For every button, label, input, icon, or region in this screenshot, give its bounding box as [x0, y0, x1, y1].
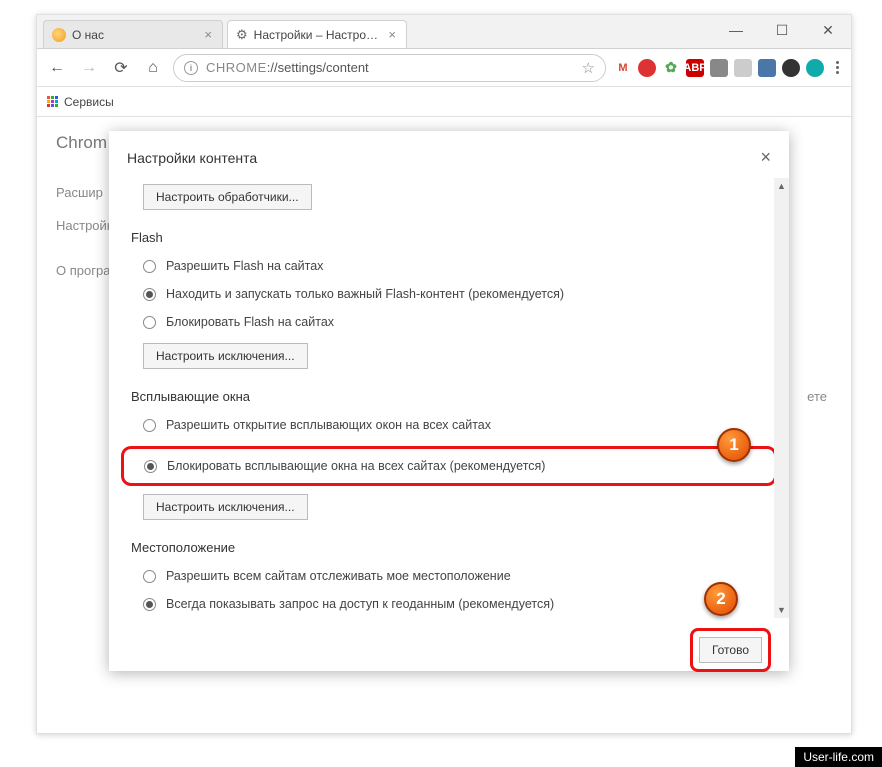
scrollbar[interactable]: ▲ ▼	[774, 178, 789, 618]
extension-icon[interactable]	[806, 59, 824, 77]
option-label: Разрешить всем сайтам отслеживать мое ме…	[166, 569, 511, 583]
watermark: User-life.com	[795, 747, 882, 767]
maximize-button[interactable]: ☐	[759, 15, 805, 45]
annotation-badge-2: 2	[704, 582, 738, 616]
browser-window: — ☐ ✕ О нас × ⚙ Настройки – Настройки × …	[36, 14, 852, 734]
scroll-up-icon[interactable]: ▲	[774, 178, 789, 194]
done-highlight: Готово	[690, 628, 771, 672]
option-label: Находить и запускать только важный Flash…	[166, 287, 564, 301]
radio-selected-icon	[143, 598, 156, 611]
tab-title: Настройки – Настройки	[254, 28, 384, 42]
extension-icon[interactable]	[782, 59, 800, 77]
window-controls: — ☐ ✕	[713, 15, 851, 45]
option-label: Всегда показывать запрос на доступ к гео…	[166, 597, 554, 611]
bookmark-star-icon[interactable]: ☆	[582, 59, 595, 77]
window-close-button[interactable]: ✕	[805, 15, 851, 45]
highlighted-option: Блокировать всплывающие окна на всех сай…	[121, 446, 777, 486]
dialog-close-button[interactable]: ×	[760, 147, 771, 168]
dialog-footer: 2 Готово	[109, 618, 789, 682]
extensions-row: M ✿ ABP	[614, 59, 824, 77]
site-info-icon[interactable]: i	[184, 61, 198, 75]
location-ask-option[interactable]: Всегда показывать запрос на доступ к гео…	[143, 597, 767, 611]
dialog-body: ▲ ▼ Настроить обработчики... Flash Разре…	[109, 178, 789, 618]
popups-allow-option[interactable]: Разрешить открытие всплывающих окон на в…	[143, 418, 767, 432]
minimize-button[interactable]: —	[713, 15, 759, 45]
annotation-badge-1: 1	[717, 428, 751, 462]
popups-block-option[interactable]: Блокировать всплывающие окна на всех сай…	[144, 459, 766, 473]
dialog-header: Настройки контента ×	[109, 131, 789, 178]
option-label: Разрешить открытие всплывающих окон на в…	[166, 418, 491, 432]
favicon-icon	[52, 28, 66, 42]
opera-icon[interactable]	[638, 59, 656, 77]
option-label: Разрешить Flash на сайтах	[166, 259, 323, 273]
flash-block-option[interactable]: Блокировать Flash на сайтах	[143, 315, 767, 329]
content-settings-dialog: Настройки контента × ▲ ▼ Настроить обраб…	[109, 131, 789, 671]
radio-selected-icon	[144, 460, 157, 473]
section-popups-title: Всплывающие окна	[131, 389, 767, 404]
url-path: ://settings/content	[267, 60, 369, 75]
address-bar: ← → ⟳ ⌂ i CHROME ://settings/content ☆ M…	[37, 49, 851, 87]
extension-icon[interactable]	[710, 59, 728, 77]
browser-menu-button[interactable]	[832, 57, 843, 78]
dialog-title: Настройки контента	[127, 150, 257, 166]
radio-icon	[143, 570, 156, 583]
location-allow-option[interactable]: Разрешить всем сайтам отслеживать мое ме…	[143, 569, 767, 583]
url-scheme: CHROME	[206, 60, 267, 75]
flash-detect-option[interactable]: Находить и запускать только важный Flash…	[143, 287, 767, 301]
tab-about[interactable]: О нас ×	[43, 20, 223, 48]
back-button[interactable]: ←	[45, 56, 69, 80]
url-input[interactable]: i CHROME ://settings/content ☆	[173, 54, 606, 82]
bookmarks-bar: Сервисы	[37, 87, 851, 117]
vk-icon[interactable]	[758, 59, 776, 77]
adblock-icon[interactable]: ABP	[686, 59, 704, 77]
tab-close-icon[interactable]: ×	[202, 27, 214, 42]
section-location-title: Местоположение	[131, 540, 767, 555]
reload-button[interactable]: ⟳	[109, 56, 133, 80]
section-flash-title: Flash	[131, 230, 767, 245]
radio-icon	[143, 260, 156, 273]
home-button[interactable]: ⌂	[141, 56, 165, 80]
option-label: Блокировать всплывающие окна на всех сай…	[167, 459, 545, 473]
radio-icon	[143, 316, 156, 329]
option-label: Блокировать Flash на сайтах	[166, 315, 334, 329]
done-button[interactable]: Готово	[699, 637, 762, 663]
configure-exceptions-button[interactable]: Настроить исключения...	[143, 343, 308, 369]
tab-title: О нас	[72, 28, 104, 42]
radio-icon	[143, 419, 156, 432]
configure-exceptions-button[interactable]: Настроить исключения...	[143, 494, 308, 520]
tab-close-icon[interactable]: ×	[386, 27, 398, 42]
configure-handlers-button[interactable]: Настроить обработчики...	[143, 184, 312, 210]
flash-allow-option[interactable]: Разрешить Flash на сайтах	[143, 259, 767, 273]
extension-icon[interactable]	[734, 59, 752, 77]
apps-grid-icon[interactable]	[47, 96, 58, 107]
scroll-down-icon[interactable]: ▼	[774, 602, 789, 618]
gear-icon: ⚙	[236, 27, 248, 43]
tab-settings[interactable]: ⚙ Настройки – Настройки ×	[227, 20, 407, 48]
radio-selected-icon	[143, 288, 156, 301]
forward-button[interactable]: →	[77, 56, 101, 80]
page-content: Chrom Расшир Настройк О програм ете Наст…	[37, 117, 851, 733]
extension-icon[interactable]: ✿	[662, 59, 680, 77]
gmail-icon[interactable]: M	[614, 59, 632, 77]
bookmarks-services[interactable]: Сервисы	[64, 95, 114, 109]
